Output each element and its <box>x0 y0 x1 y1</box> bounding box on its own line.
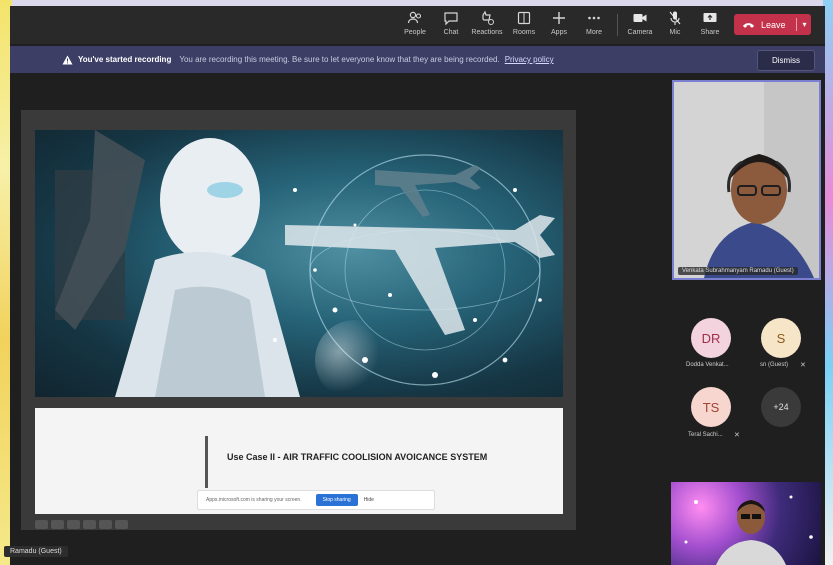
next-slide-icon[interactable] <box>51 520 64 529</box>
self-video-frame <box>684 495 813 565</box>
warning-icon <box>62 55 73 64</box>
privacy-policy-link[interactable]: Privacy policy <box>505 55 554 64</box>
meeting-toolbar: People Chat Reactions Rooms Apps More Ca… <box>10 6 825 44</box>
share-message: Apps.microsoft.com is sharing your scree… <box>206 497 302 503</box>
toolbar-mic-label: Mic <box>669 29 681 36</box>
stop-sharing-button[interactable]: Stop sharing <box>315 494 358 506</box>
slide-title: Use Case II - AIR TRAFFIC COOLISION AVOI… <box>227 452 488 462</box>
meeting-window: People Chat Reactions Rooms Apps More Ca… <box>4 6 825 565</box>
participant-label-s: sn (Guest) <box>760 362 789 368</box>
participant-video-self[interactable] <box>671 482 821 565</box>
mic-icon <box>669 11 681 25</box>
slide-accent-bar <box>205 436 208 488</box>
mic-off-icon: ✕ <box>734 432 740 439</box>
participant-video-frame <box>674 82 819 278</box>
slide-image <box>35 130 563 397</box>
toolbar-apps-label: Apps <box>551 29 567 36</box>
previous-slide-icon[interactable] <box>35 520 48 529</box>
banner-title: You've started recording <box>78 55 172 64</box>
chat-icon <box>444 12 458 26</box>
toolbar-chat-label: Chat <box>443 29 459 36</box>
leave-label: Leave <box>761 19 786 30</box>
participant-avatar-dr[interactable]: DR <box>691 318 731 358</box>
toolbar-mic-button[interactable]: Mic <box>658 10 692 42</box>
slide-illustration <box>35 130 563 397</box>
slide-text-panel: Use Case II - AIR TRAFFIC COOLISION AVOI… <box>35 408 563 514</box>
shared-screen: Use Case II - AIR TRAFFIC COOLISION AVOI… <box>21 110 576 530</box>
toolbar-rooms-button[interactable]: Rooms <box>507 10 541 42</box>
share-icon <box>703 13 717 22</box>
zoom-icon[interactable] <box>99 520 112 529</box>
toolbar-chat-button[interactable]: Chat <box>434 10 468 42</box>
toolbar-divider <box>617 14 618 36</box>
toolbar-people-button[interactable]: People <box>398 10 432 42</box>
rooms-icon <box>517 11 531 25</box>
apps-icon <box>553 12 565 24</box>
main-video-caption: Venkata Subrahmanyam Ramadu (Guest) <box>678 267 798 275</box>
toolbar-rooms-label: Rooms <box>512 29 536 36</box>
participant-label-ts: Teral Sachi... <box>688 432 723 438</box>
grid-icon[interactable] <box>83 520 96 529</box>
toolbar-reactions-label: Reactions <box>471 29 503 36</box>
recording-banner: You've started recording You are recordi… <box>10 46 825 73</box>
presentation-controls <box>35 520 128 530</box>
more-options-icon[interactable] <box>115 520 128 529</box>
presenter-name-tag: Ramadu (Guest) <box>4 546 68 557</box>
avatar-initials: DR <box>701 330 721 346</box>
toolbar-share-button[interactable]: Share <box>693 10 727 42</box>
participant-video-main[interactable]: Venkata Subrahmanyam Ramadu (Guest) <box>672 80 821 280</box>
banner-message: You are recording this meeting. Be sure … <box>179 55 500 64</box>
toolbar-camera-button[interactable]: Camera <box>623 10 657 42</box>
participant-avatar-ts[interactable]: TS <box>691 387 731 427</box>
toolbar-reactions-button[interactable]: Reactions <box>470 10 504 42</box>
hang-up-icon <box>742 22 755 28</box>
hide-button[interactable]: Hide <box>364 497 374 503</box>
leave-button[interactable]: Leave ▾ <box>734 14 811 35</box>
leave-divider <box>795 18 797 31</box>
more-icon <box>588 16 600 20</box>
avatar-initials: TS <box>702 399 720 415</box>
toolbar-more-label: More <box>586 29 602 36</box>
dismiss-button[interactable]: Dismiss <box>757 50 815 71</box>
more-participants-button[interactable]: +24 <box>761 387 801 427</box>
screen-share-notification: Apps.microsoft.com is sharing your scree… <box>197 490 435 510</box>
reactions-icon <box>482 10 494 25</box>
participant-label-dr: Dodda Venkat... <box>686 362 729 368</box>
toolbar-apps-button[interactable]: Apps <box>542 10 576 42</box>
mic-off-icon: ✕ <box>800 362 806 369</box>
toolbar-people-label: People <box>404 29 426 36</box>
camera-icon <box>633 14 647 22</box>
more-participants-count: +24 <box>773 402 789 412</box>
toolbar-camera-label: Camera <box>627 29 653 36</box>
pen-icon[interactable] <box>67 520 80 529</box>
chevron-down-icon[interactable]: ▾ <box>803 20 807 29</box>
participant-avatar-s[interactable]: S <box>761 318 801 358</box>
people-icon <box>407 11 422 24</box>
toolbar-share-label: Share <box>700 29 720 36</box>
avatar-initials: S <box>776 330 786 346</box>
toolbar-more-button[interactable]: More <box>577 10 611 42</box>
